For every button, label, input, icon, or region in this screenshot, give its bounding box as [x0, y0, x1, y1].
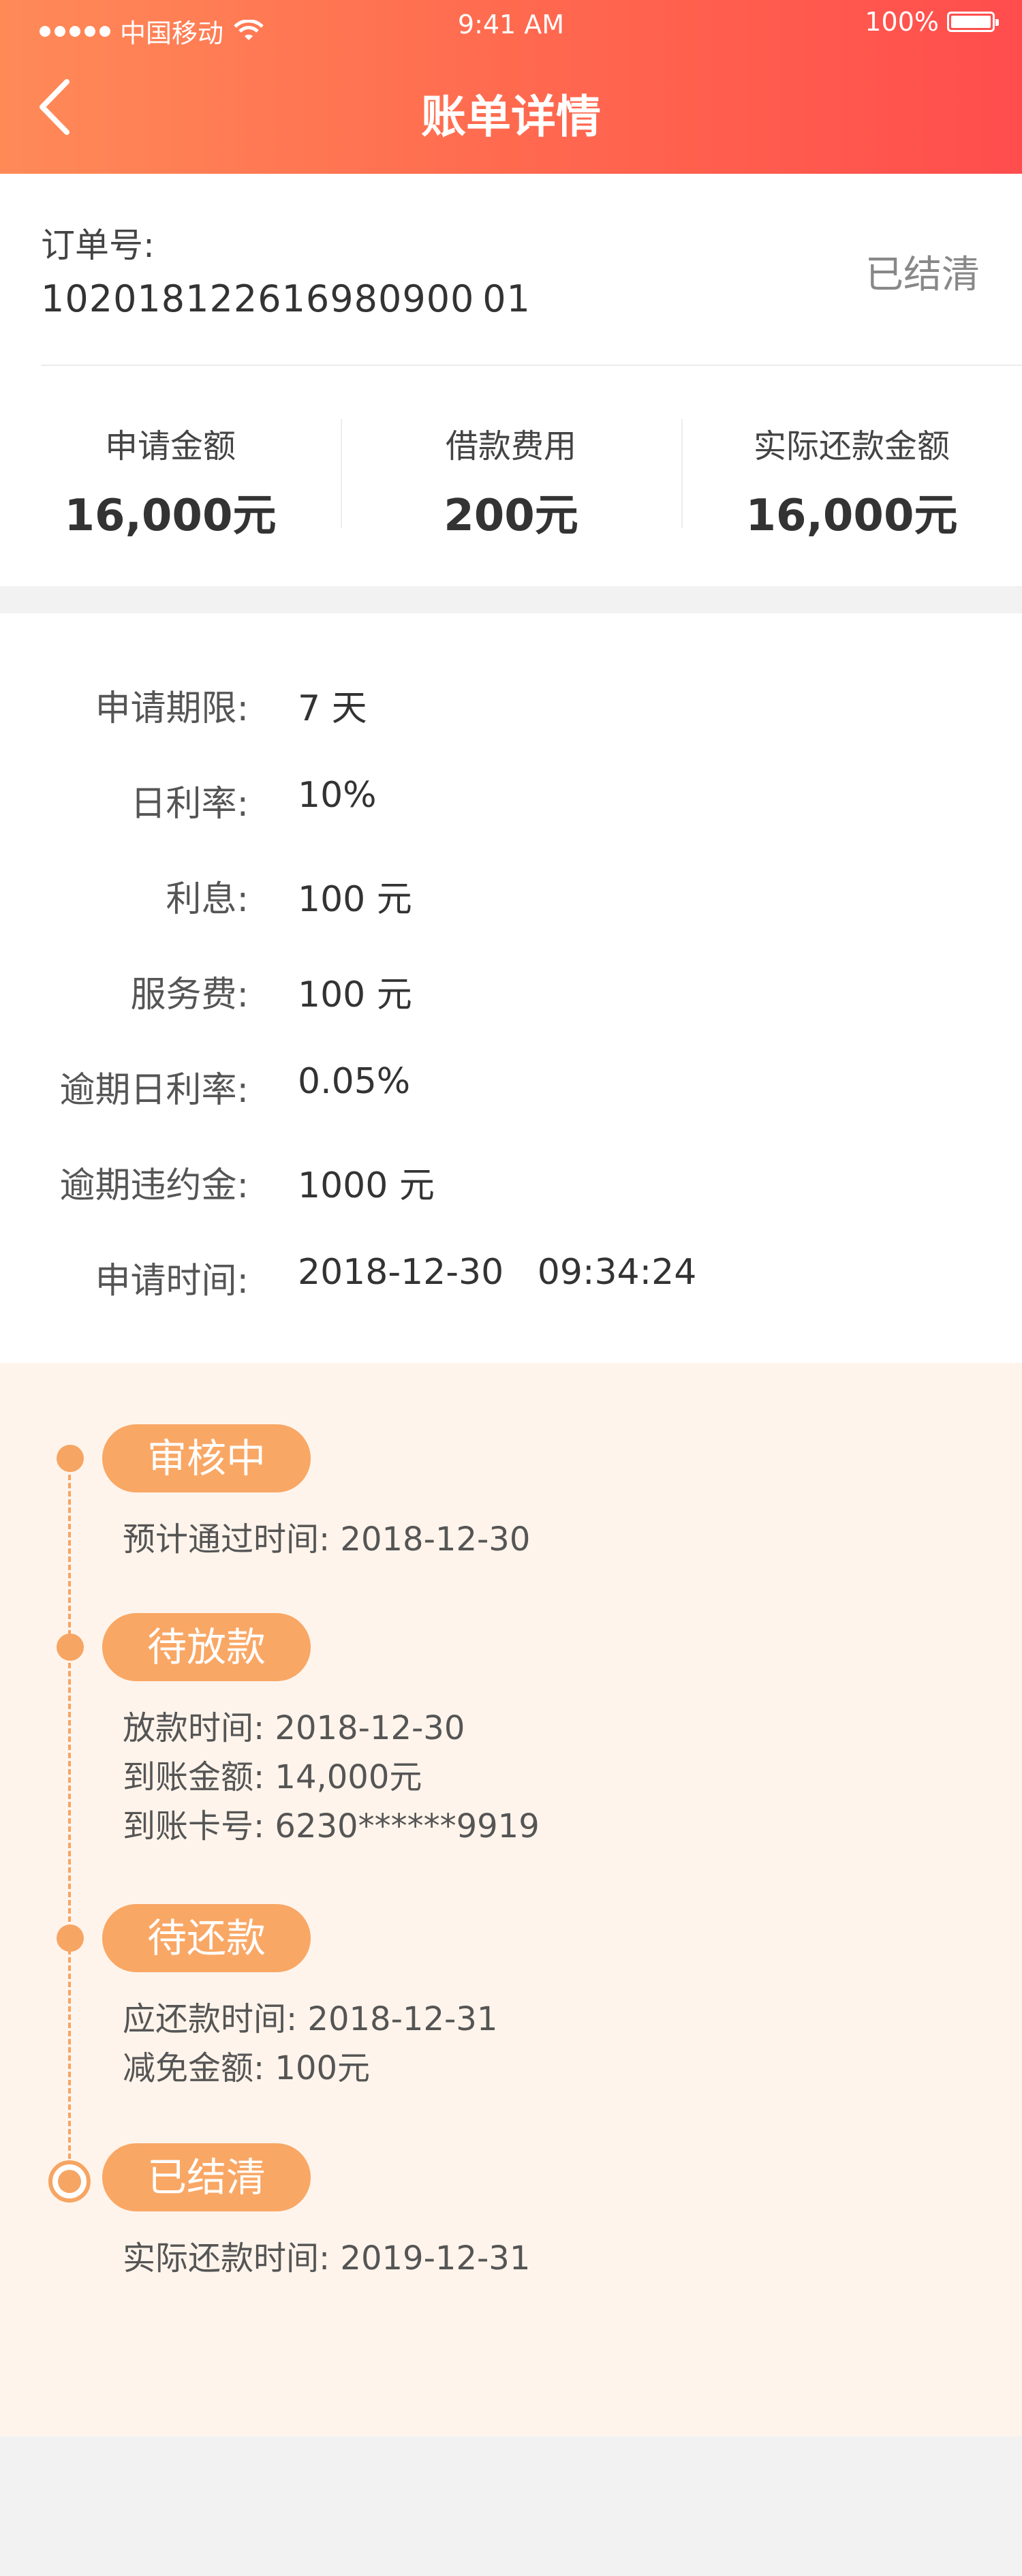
stat-label: 借款费用 [445, 427, 576, 465]
detail-value: 0.05% [298, 1061, 411, 1102]
detail-value: 1000 元 [298, 1165, 435, 1206]
detail-row: 逾期日利率: 0.05% [0, 1061, 1022, 1116]
timeline-dot-current [48, 2160, 91, 2203]
summary-stats: 申请金额 16,000元 借款费用 200元 实际还款金额 16,000元 [0, 419, 1022, 541]
stat-label: 实际还款金额 [753, 427, 950, 465]
order-card: 订单号: 102018122616980900 01 已结清 申请金额 16,0… [0, 174, 1022, 586]
loan-details: 申请期限: 7 天 日利率: 10% 利息: 100 元 服务费: 100 元 … [0, 613, 1022, 1363]
header: 中国移动 9:41 AM 100% 账单详情 [0, 0, 1022, 174]
timeline-dot [57, 1925, 84, 1952]
stat-apply-amount: 申请金额 16,000元 [0, 419, 341, 541]
page-title: 账单详情 [421, 91, 601, 143]
stat-loan-fee: 借款费用 200元 [341, 419, 681, 541]
detail-row: 逾期违约金: 1000 元 [0, 1156, 1022, 1211]
order-number-label: 订单号: [41, 226, 155, 265]
detail-row: 申请时间: 2018-12-30 09:34:24 [0, 1252, 1022, 1306]
order-number: 102018122616980900 01 [41, 277, 531, 320]
divider [41, 365, 1022, 366]
detail-row: 利息: 100 元 [0, 870, 1022, 925]
timeline-text: 到账金额: 14,000元 [123, 1758, 422, 1796]
detail-label: 服务费: [130, 975, 249, 1015]
detail-row: 服务费: 100 元 [0, 966, 1022, 1020]
order-status-badge: 已结清 [865, 253, 980, 297]
stat-actual-repayment: 实际还款金额 16,000元 [681, 419, 1022, 541]
timeline-text: 预计通过时间: 2018-12-30 [123, 1520, 531, 1559]
timeline-badge-reviewing: 审核中 [102, 1424, 311, 1492]
detail-value: 10% [298, 775, 377, 816]
detail-value: 7 天 [298, 688, 367, 729]
timeline-line [68, 1458, 71, 2167]
status-right: 100% [865, 7, 999, 37]
detail-label: 逾期违约金: [59, 1165, 249, 1206]
timeline-text: 放款时间: 2018-12-30 [123, 1709, 465, 1747]
timeline-text: 到账卡号: 6230******9919 [123, 1807, 540, 1845]
detail-row: 申请期限: 7 天 [0, 679, 1022, 734]
status-timeline: 审核中 预计通过时间: 2018-12-30 待放款 放款时间: 2018-12… [0, 1363, 1022, 2436]
detail-label: 申请时间: [95, 1261, 249, 1302]
stat-value: 200元 [444, 491, 578, 541]
timeline-badge-pending-repayment: 待还款 [102, 1904, 311, 1972]
detail-label: 日利率: [130, 784, 249, 825]
timeline-dot [57, 1634, 84, 1661]
stat-value: 16,000元 [64, 491, 277, 541]
battery-text: 100% [865, 7, 939, 37]
battery-icon [947, 12, 999, 32]
detail-row: 日利率: 10% [0, 775, 1022, 829]
detail-label: 逾期日利率: [59, 1070, 249, 1111]
detail-value: 100 元 [298, 879, 412, 920]
stat-value: 16,000元 [745, 491, 958, 541]
timeline-badge-settled: 已结清 [102, 2143, 311, 2211]
detail-value: 100 元 [298, 975, 412, 1015]
detail-value: 2018-12-30 09:34:24 [298, 1252, 697, 1293]
timeline-dot [57, 1445, 84, 1472]
timeline-text: 减免金额: 100元 [123, 2049, 371, 2087]
detail-label: 利息: [166, 879, 249, 920]
timeline-text: 实际还款时间: 2019-12-31 [123, 2239, 531, 2278]
timeline-text: 应还款时间: 2018-12-31 [123, 2000, 498, 2038]
detail-label: 申请期限: [95, 688, 249, 729]
timeline-badge-pending-disbursement: 待放款 [102, 1613, 311, 1681]
stat-label: 申请金额 [104, 427, 236, 465]
status-bar: 中国移动 9:41 AM 100% [0, 0, 1022, 55]
